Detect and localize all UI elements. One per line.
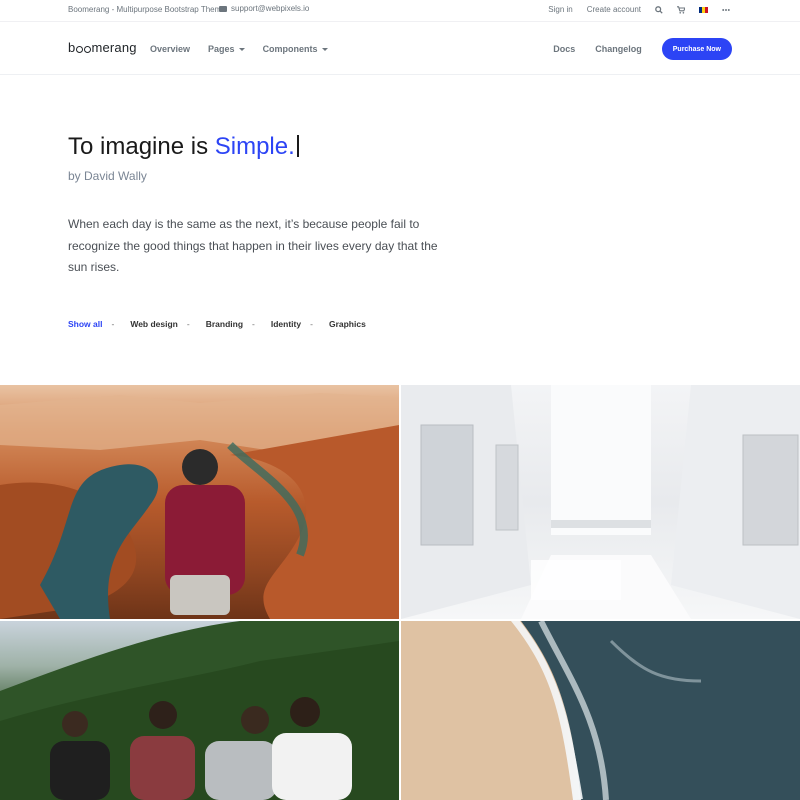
headline-text: To imagine is xyxy=(68,133,209,160)
nav-item-overview[interactable]: Overview xyxy=(150,44,190,54)
hero-quote: When each day is the same as the next, i… xyxy=(68,217,438,274)
main-navbar: b merang Overview Pages Components Docs C… xyxy=(0,23,800,75)
top-bar: Boomerang - Multipurpose Bootstrap Theme… xyxy=(0,0,800,22)
gallery-image-canyon[interactable] xyxy=(0,385,399,619)
logo-text-end: merang xyxy=(91,40,137,55)
nav-label: Overview xyxy=(150,44,191,54)
site-title: Boomerang - Multipurpose Bootstrap Theme xyxy=(68,5,226,14)
nav-right: Docs Changelog Purchase Now xyxy=(553,38,732,60)
filter-graphics[interactable]: Graphics xyxy=(329,319,366,329)
docs-link[interactable]: Docs xyxy=(553,44,575,54)
support-email-text: support@webpixels.io xyxy=(231,4,310,13)
caret-down-icon xyxy=(321,48,328,51)
top-bar-actions: Sign in Create account xyxy=(548,5,730,14)
cart-icon[interactable] xyxy=(677,5,685,14)
hikers-illustration xyxy=(0,621,399,800)
support-email[interactable]: support@webpixels.io xyxy=(219,4,309,13)
canyon-illustration xyxy=(0,393,399,619)
hero-headline: To imagine is Simple. xyxy=(68,133,299,161)
filter-show-all[interactable]: Show all xyxy=(68,319,102,329)
filter-web-design[interactable]: Web design xyxy=(130,319,178,329)
flag-icon[interactable] xyxy=(699,6,708,13)
headline-accent: Simple. xyxy=(214,133,295,160)
nav-label: Pages xyxy=(208,44,235,54)
create-account-link[interactable]: Create account xyxy=(587,5,641,14)
filter-branding[interactable]: Branding xyxy=(206,319,243,329)
filter-separator: - xyxy=(111,319,115,329)
gallery-image-beach[interactable] xyxy=(401,621,800,800)
portfolio-gallery xyxy=(0,385,800,800)
logo-dot xyxy=(83,45,91,53)
filter-separator: - xyxy=(252,319,255,329)
room-illustration xyxy=(401,385,800,619)
gallery-image-hikers[interactable] xyxy=(0,621,399,800)
changelog-link[interactable]: Changelog xyxy=(595,44,642,54)
nav-item-pages[interactable]: Pages xyxy=(208,44,245,54)
filter-identity[interactable]: Identity xyxy=(271,319,301,329)
purchase-now-button[interactable]: Purchase Now xyxy=(661,38,732,60)
filter-separator: - xyxy=(186,319,190,329)
nav-label: Components xyxy=(262,44,318,54)
caret-down-icon xyxy=(238,48,245,51)
filter-separator: - xyxy=(310,319,313,329)
signin-link[interactable]: Sign in xyxy=(548,5,572,14)
beach-illustration xyxy=(401,621,800,800)
logo-dot xyxy=(75,45,83,53)
typing-cursor xyxy=(296,135,299,157)
logo[interactable]: b merang xyxy=(68,40,137,55)
search-icon[interactable] xyxy=(655,5,663,14)
more-icon[interactable] xyxy=(722,8,730,12)
hero-byline: by David Wally xyxy=(68,169,147,183)
nav-item-components[interactable]: Components xyxy=(263,44,328,54)
envelope-icon xyxy=(219,5,227,12)
gallery-image-white-room[interactable] xyxy=(401,385,800,619)
logo-text-start: b xyxy=(68,40,76,55)
nav-links: Overview Pages Components xyxy=(150,44,328,54)
portfolio-filters: Show all - Web design - Branding - Ident… xyxy=(68,319,366,329)
